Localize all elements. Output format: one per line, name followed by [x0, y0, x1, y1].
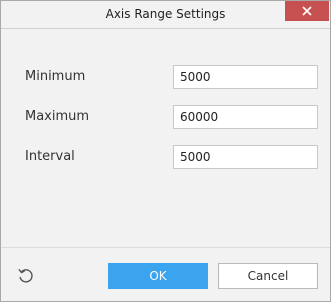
- dialog-title: Axis Range Settings: [105, 7, 226, 21]
- axis-range-settings-dialog: Axis Range Settings Minimum Maximum Inte…: [0, 0, 331, 302]
- maximum-input[interactable]: [173, 105, 318, 129]
- close-icon: [302, 6, 312, 16]
- reset-button[interactable]: [17, 267, 35, 285]
- title-bar: Axis Range Settings: [1, 1, 330, 29]
- interval-label: Interval: [25, 149, 75, 164]
- cancel-button[interactable]: Cancel: [218, 263, 318, 289]
- close-button[interactable]: [285, 1, 329, 21]
- ok-button[interactable]: OK: [108, 263, 208, 289]
- minimum-input[interactable]: [173, 65, 318, 89]
- maximum-label: Maximum: [25, 109, 90, 124]
- settings-content: Minimum Maximum Interval: [1, 29, 330, 247]
- minimum-label: Minimum: [25, 69, 86, 84]
- interval-input[interactable]: [173, 145, 318, 169]
- dialog-footer: OK Cancel: [1, 248, 330, 301]
- reset-icon: [18, 269, 33, 283]
